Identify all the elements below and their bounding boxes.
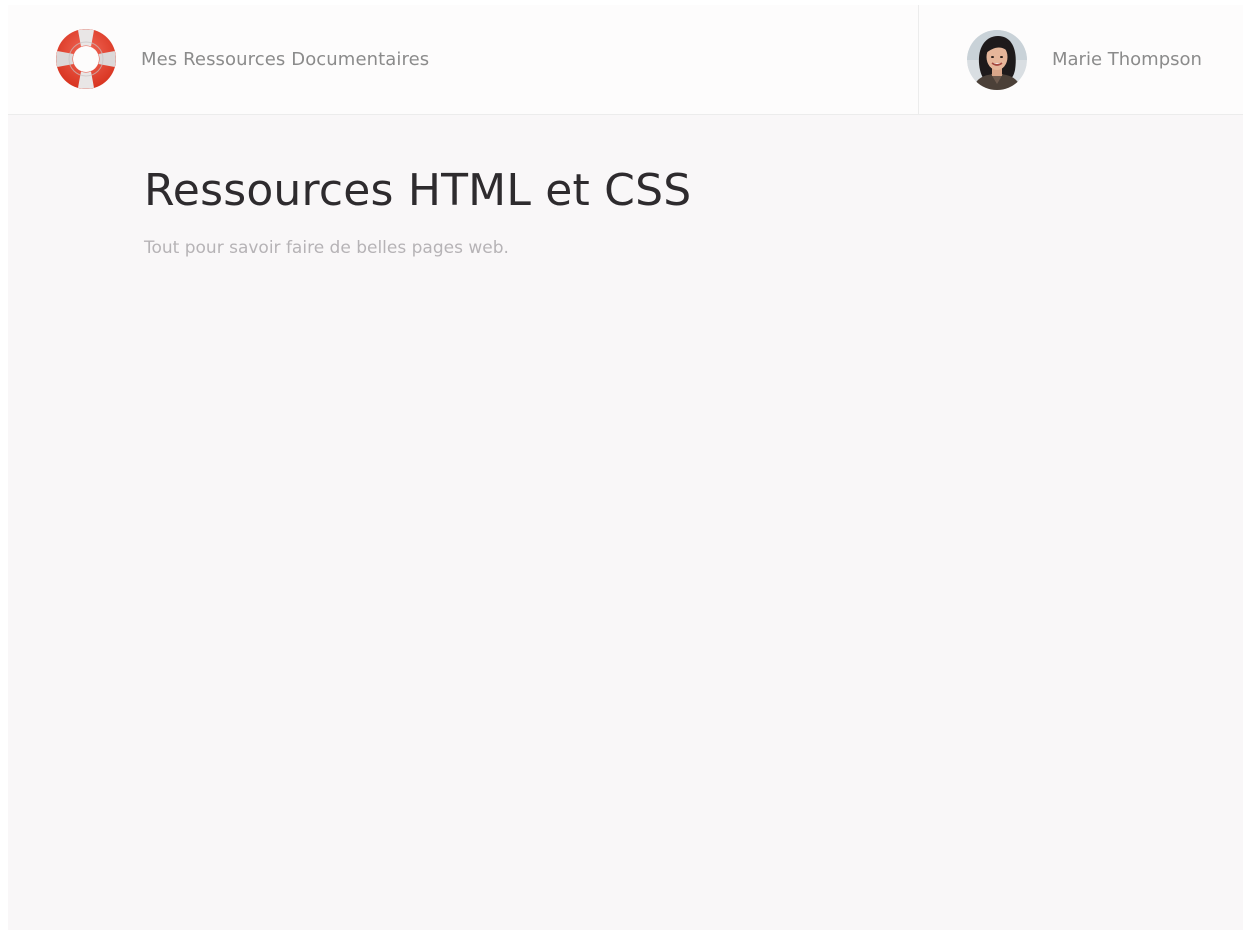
- main-content: Ressources HTML et CSS Tout pour savoir …: [144, 165, 691, 258]
- page-frame: Mes Ressources Documentaires Marie Thomp…: [8, 5, 1243, 930]
- lifebuoy-icon[interactable]: [56, 29, 116, 89]
- user-menu[interactable]: Marie Thompson: [918, 5, 1243, 114]
- user-name: Marie Thompson: [1052, 49, 1202, 70]
- page-subtitle: Tout pour savoir faire de belles pages w…: [144, 238, 509, 258]
- top-header: Mes Ressources Documentaires Marie Thomp…: [8, 5, 1243, 115]
- site-title: Mes Ressources Documentaires: [141, 48, 430, 70]
- brand[interactable]: Mes Ressources Documentaires: [56, 29, 429, 89]
- user-avatar[interactable]: [967, 29, 1027, 90]
- page-title: Ressources HTML et CSS: [144, 165, 692, 216]
